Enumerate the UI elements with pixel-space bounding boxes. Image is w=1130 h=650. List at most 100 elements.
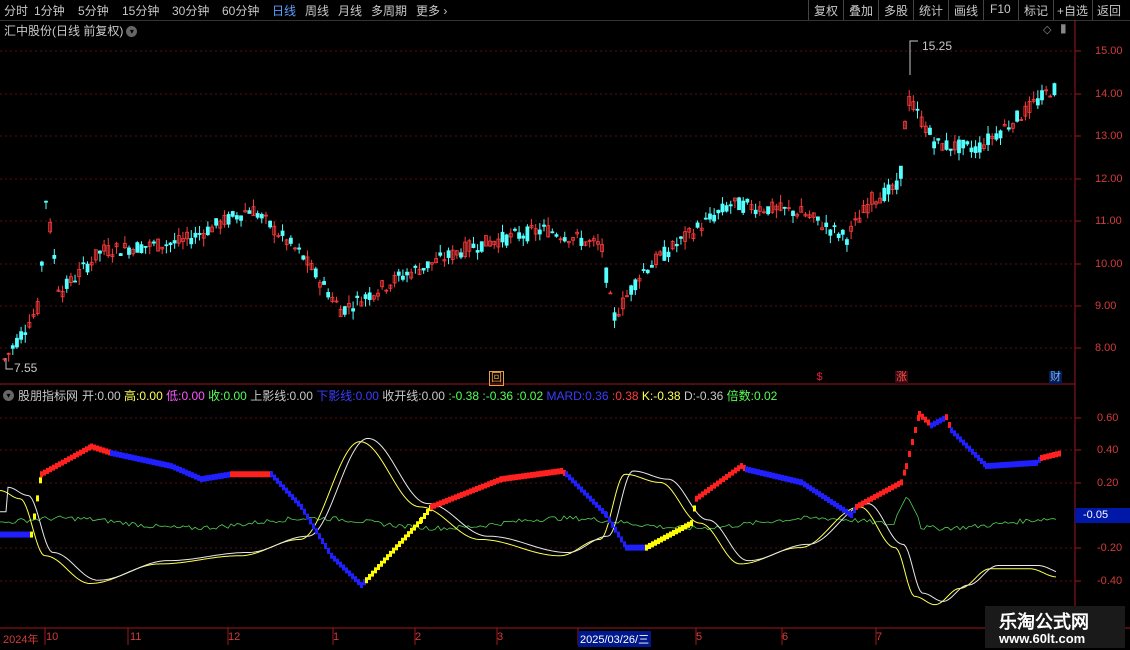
stock-title[interactable]: 汇中股份(日线 前复权) ▾ — [4, 22, 138, 39]
candle-body — [197, 233, 202, 235]
signal-bar — [864, 498, 867, 505]
signal-bar — [855, 503, 858, 510]
dividend-event-icon[interactable]: $ — [813, 371, 826, 384]
ind-d: D:-0.36 — [683, 389, 724, 403]
signal-bar — [580, 486, 583, 493]
chart-canvas[interactable] — [0, 0, 1130, 650]
signal-bar — [707, 487, 710, 494]
signal-bar — [695, 495, 698, 502]
signal-bar — [959, 436, 962, 443]
signal-bar — [634, 544, 637, 551]
signal-bar — [942, 415, 945, 422]
indicator-name[interactable]: 股朋指标网 — [18, 387, 78, 404]
signal-bar — [36, 495, 39, 502]
signal-bar — [894, 482, 897, 489]
candle-body — [193, 232, 198, 238]
signal-bar — [693, 505, 696, 512]
signal-bar — [236, 471, 239, 478]
candle-body — [782, 206, 787, 209]
signal-bar — [179, 467, 182, 474]
signal-bar — [460, 491, 463, 498]
signal-bar — [152, 459, 155, 466]
candle-body — [1052, 83, 1057, 96]
signal-bar — [908, 451, 911, 458]
price-axis-label: 9.00 — [1095, 300, 1117, 312]
signal-bar — [122, 452, 125, 459]
signal-bar — [43, 469, 46, 476]
candle-body — [712, 214, 717, 222]
signal-bar — [713, 482, 716, 489]
signal-bar — [737, 465, 740, 472]
candle-body — [239, 215, 243, 221]
signal-bar — [90, 443, 93, 450]
candle-body — [127, 247, 131, 255]
finance-report-icon[interactable]: 财 — [1049, 371, 1062, 384]
signal-bar — [551, 469, 554, 476]
signal-bar — [0, 531, 3, 538]
signal-bar — [270, 471, 273, 478]
signal-bar — [704, 489, 707, 496]
signal-bar — [1043, 454, 1046, 461]
signal-bar — [1024, 460, 1027, 467]
candle-body — [39, 261, 44, 266]
signal-bar — [666, 533, 669, 540]
signal-bar — [977, 454, 980, 461]
signal-bar — [592, 498, 595, 505]
candle-body — [205, 226, 210, 235]
limit-up-event-icon[interactable]: 涨 — [895, 371, 908, 384]
signal-bar — [560, 467, 563, 474]
signal-bar — [1006, 461, 1009, 468]
signal-bar — [586, 492, 589, 499]
signal-bar — [645, 544, 648, 551]
signal-bar — [380, 560, 383, 567]
signal-bar — [348, 570, 351, 577]
candle-body — [19, 331, 24, 340]
ind-v3: :0.02 — [516, 389, 544, 403]
candle-body — [554, 234, 559, 237]
signal-bar — [518, 473, 521, 480]
signal-bar — [850, 512, 853, 518]
date-axis-label: 10 — [46, 631, 59, 643]
pane-menu-icon[interactable]: ▮ — [1060, 21, 1067, 35]
signal-bar — [760, 469, 763, 476]
indicator-axis-label: 0.40 — [1097, 444, 1119, 456]
signal-bar — [239, 471, 242, 478]
signal-bar — [263, 471, 266, 478]
candle-body — [259, 214, 264, 219]
signal-bar — [728, 471, 731, 478]
ind-body: 收开线:0.00 — [382, 389, 445, 403]
candle-body — [139, 244, 144, 254]
signal-bar — [93, 444, 96, 451]
signal-bar — [273, 474, 276, 481]
date-axis-label: 2 — [415, 631, 422, 643]
signal-bar — [628, 544, 631, 551]
signal-bar — [701, 491, 704, 498]
candle-body — [550, 231, 555, 234]
indicator-menu-icon[interactable]: ▾ — [3, 388, 14, 402]
signal-bar — [1003, 461, 1006, 468]
signal-bar — [266, 471, 269, 478]
signal-bar — [803, 481, 806, 488]
signal-bar — [527, 472, 530, 479]
buyback-event-icon[interactable]: 回 — [489, 371, 504, 386]
signal-bar — [669, 531, 672, 538]
signal-bar — [574, 480, 577, 487]
candle-body — [965, 141, 970, 145]
signal-bar — [24, 531, 27, 538]
candle-body — [10, 345, 15, 349]
signal-bar — [1035, 459, 1038, 466]
signal-bar — [119, 452, 122, 459]
chevron-down-icon[interactable]: ▾ — [126, 26, 138, 38]
indicator-values: 开:0.00 高:0.00 低:0.00 收:0.00 上影线:0.00 下影线… — [82, 387, 777, 404]
current-value-tag: -0.05 — [1075, 508, 1130, 523]
candle-body — [986, 133, 990, 145]
diamond-icon[interactable]: ◇ — [1043, 23, 1051, 36]
candle-body — [297, 247, 302, 250]
signal-bar — [1009, 461, 1012, 468]
signal-bar — [182, 468, 185, 475]
signal-bar — [475, 486, 478, 493]
signal-bar — [1000, 462, 1003, 469]
signal-bar — [85, 446, 88, 453]
signal-bar — [442, 499, 445, 506]
candle-body — [840, 229, 845, 235]
